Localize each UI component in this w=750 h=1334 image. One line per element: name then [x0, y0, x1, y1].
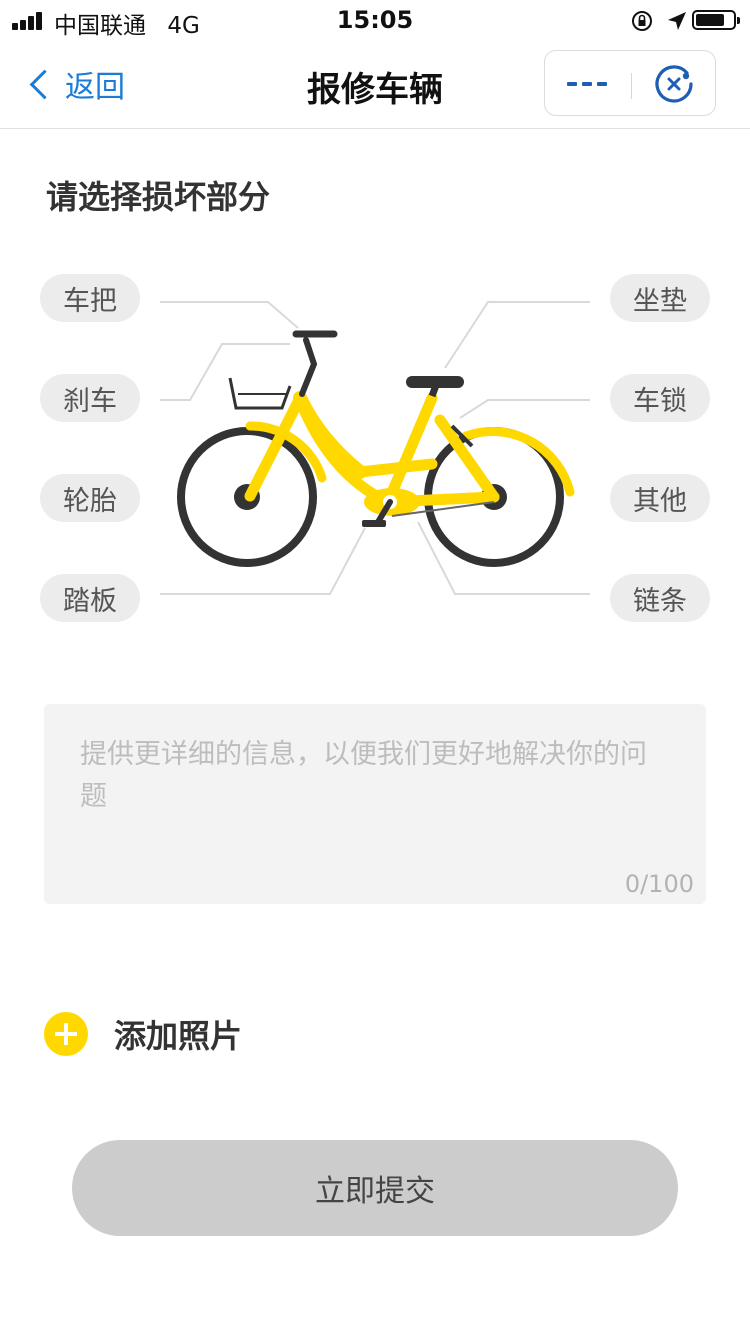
submit-button[interactable]: 立即提交 [72, 1140, 678, 1236]
more-dots-icon [567, 82, 577, 86]
status-icons [626, 8, 740, 32]
nav-bar: 返回 报修车辆 [0, 40, 750, 129]
mini-program-capsule [544, 50, 716, 116]
location-arrow-icon [668, 12, 686, 30]
back-button[interactable]: 返回 [28, 64, 125, 105]
char-counter: 0/100 [624, 870, 694, 898]
back-label: 返回 [65, 70, 125, 105]
part-tag-brake[interactable]: 刹车 [40, 374, 140, 422]
part-tag-tire[interactable]: 轮胎 [40, 474, 140, 522]
capsule-divider [631, 73, 632, 99]
part-tag-lock[interactable]: 车锁 [610, 374, 710, 422]
chevron-left-icon [29, 69, 60, 99]
part-tag-handlebar[interactable]: 车把 [40, 274, 140, 322]
description-box: 0/100 [44, 704, 706, 904]
status-bar: 中国联通 4G 15:05 [0, 0, 750, 40]
leader-lines [160, 301, 590, 595]
rotation-lock-icon [632, 11, 652, 31]
description-input[interactable] [80, 734, 670, 864]
add-photo-button[interactable]: 添加照片 [44, 1008, 242, 1060]
section-title: 请选择损坏部分 [46, 178, 271, 216]
bike-diagram: 车把 刹车 轮胎 踏板 坐垫 车锁 其他 链条 [0, 260, 750, 640]
part-tag-seat[interactable]: 坐垫 [610, 274, 710, 322]
more-button[interactable] [545, 51, 630, 115]
part-tag-pedal[interactable]: 踏板 [40, 574, 140, 622]
close-mini-program-icon[interactable] [653, 63, 695, 105]
add-photo-label: 添加照片 [114, 1017, 243, 1055]
plus-circle-icon [44, 1012, 88, 1056]
part-tag-other[interactable]: 其他 [610, 474, 710, 522]
part-tag-chain[interactable]: 链条 [610, 574, 710, 622]
battery-icon [692, 10, 740, 30]
